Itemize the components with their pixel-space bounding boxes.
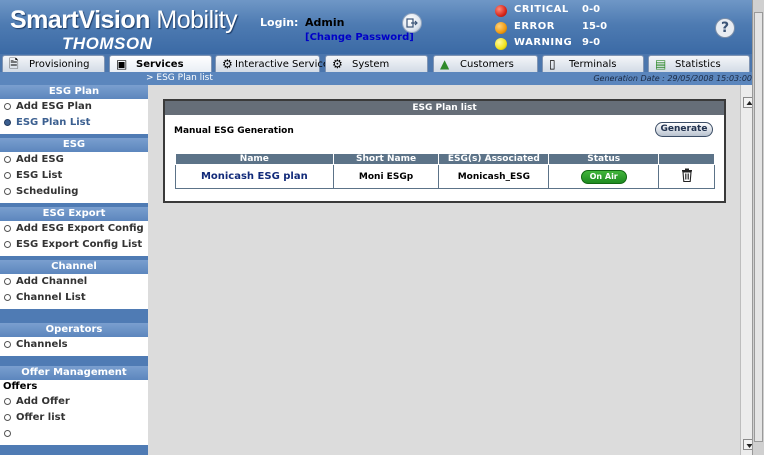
panel-title: ESG Plan list: [165, 101, 724, 115]
alarm-error-label: ERROR: [514, 21, 555, 32]
sidebar-item-offer-list[interactable]: Offer list: [0, 410, 148, 426]
document-icon: 🗎: [9, 57, 19, 71]
column-header-short-name[interactable]: Short Name: [332, 153, 440, 165]
radio-icon: [4, 341, 11, 348]
column-header-name[interactable]: Name: [175, 153, 334, 165]
sidebar-section-offer-management: Offer Management: [0, 366, 148, 380]
smartvision-logo: SmartVision Mobility THOMSON: [10, 6, 238, 53]
generate-button[interactable]: Generate: [655, 122, 713, 137]
radio-selected-icon: [4, 119, 11, 126]
warning-status-icon: [495, 38, 507, 50]
sidebar-subheading-offers: Offers: [3, 381, 38, 392]
sidebar-item-esg-list[interactable]: ESG List: [0, 168, 148, 184]
main-tabs: 🗎 Provisioning ▣ Services ⚙ Interactive …: [0, 54, 764, 72]
sidebar-section-esg-export: ESG Export: [0, 207, 148, 221]
radio-icon: [4, 398, 11, 405]
manual-esg-generation-label: Manual ESG Generation: [174, 126, 294, 136]
plan-short-name: Moni ESGp: [332, 164, 440, 189]
trash-icon[interactable]: [680, 168, 694, 183]
radio-icon: [4, 294, 11, 301]
window-scrollbar-thumb[interactable]: [754, 12, 763, 442]
column-header-actions: [658, 153, 715, 165]
alarm-critical[interactable]: CRITICAL 0-0: [495, 4, 615, 18]
plan-esg-associated: Monicash_ESG: [438, 164, 550, 189]
window-scrollbar[interactable]: [752, 0, 764, 455]
column-header-esg-associated[interactable]: ESG(s) Associated: [438, 153, 550, 165]
radio-icon: [4, 225, 11, 232]
sidebar-section-operators: Operators: [0, 323, 148, 337]
logout-icon[interactable]: [402, 13, 422, 33]
tab-provisioning[interactable]: 🗎 Provisioning: [2, 55, 105, 72]
chart-icon: ▤: [655, 57, 667, 71]
gears-icon: ⚙: [332, 57, 343, 71]
login-label: Login:: [260, 16, 299, 29]
esg-plan-list-panel: ESG Plan list Manual ESG Generation Gene…: [163, 99, 726, 203]
tab-customers[interactable]: ▲ Customers: [433, 55, 538, 72]
sidebar: ESG Plan Add ESG Plan ESG Plan List ESG …: [0, 85, 148, 455]
alarm-error-count: 15-0: [582, 21, 608, 32]
radio-icon: [4, 414, 11, 421]
monitor-icon: ▣: [116, 57, 128, 71]
interactive-icon: ⚙: [222, 57, 233, 71]
sub-bar: > ESG Plan list Generation Date : 29/05/…: [0, 72, 764, 85]
person-icon: ▲: [440, 57, 450, 71]
main-content: ESG Plan list Manual ESG Generation Gene…: [148, 85, 740, 455]
sidebar-section-channel: Channel: [0, 260, 148, 274]
sidebar-section-esg-plan: ESG Plan: [0, 85, 148, 99]
sidebar-item-esg-plan-list[interactable]: ESG Plan List: [0, 115, 148, 131]
help-icon[interactable]: ?: [715, 18, 735, 38]
radio-icon: [4, 188, 11, 195]
radio-icon: [4, 103, 11, 110]
esg-plan-table: Name Short Name ESG(s) Associated Status…: [175, 153, 715, 189]
sidebar-item-add-offer[interactable]: Add Offer: [0, 394, 148, 410]
header: SmartVision Mobility THOMSON Login: Admi…: [0, 0, 764, 54]
actions-cell: [658, 164, 715, 189]
alarm-warning[interactable]: WARNING 9-0: [495, 37, 615, 51]
tab-interactive-services[interactable]: ⚙ Interactive Services: [215, 55, 334, 72]
status-cell: On Air: [548, 164, 660, 189]
sidebar-item-add-esg-plan[interactable]: Add ESG Plan: [0, 99, 148, 115]
tab-terminals[interactable]: ▯ Terminals: [542, 55, 644, 72]
login-username: Admin: [305, 16, 345, 29]
radio-icon: [4, 430, 11, 437]
tab-services[interactable]: ▣ Services: [109, 55, 212, 72]
tab-statistics[interactable]: ▤ Statistics: [648, 55, 750, 72]
logo-mobility: Mobility: [156, 6, 238, 34]
breadcrumb: > ESG Plan list: [146, 73, 213, 83]
generation-date: Generation Date : 29/05/2008 15:03:00: [593, 74, 752, 83]
sidebar-section-esg: ESG: [0, 138, 148, 152]
sidebar-item-add-channel[interactable]: Add Channel: [0, 274, 148, 290]
logo-thomson: THOMSON: [62, 34, 153, 53]
column-header-status[interactable]: Status: [548, 153, 660, 165]
table-header-row: Name Short Name ESG(s) Associated Status: [175, 153, 715, 165]
radio-icon: [4, 172, 11, 179]
sidebar-item-add-esg-export-config[interactable]: Add ESG Export Config: [0, 221, 148, 237]
radio-icon: [4, 241, 11, 248]
tab-system[interactable]: ⚙ System: [325, 55, 428, 72]
sidebar-item-channel-list[interactable]: Channel List: [0, 290, 148, 306]
plan-name-link[interactable]: Monicash ESG plan: [175, 164, 334, 189]
alarm-warning-label: WARNING: [514, 37, 573, 48]
phone-icon: ▯: [549, 57, 556, 71]
radio-icon: [4, 278, 11, 285]
alarm-error[interactable]: ERROR 15-0: [495, 21, 615, 35]
error-status-icon: [495, 22, 507, 34]
critical-status-icon: [495, 5, 507, 17]
change-password-link[interactable]: [Change Password]: [305, 32, 414, 43]
radio-icon: [4, 156, 11, 163]
alarm-critical-label: CRITICAL: [514, 4, 569, 15]
sidebar-item-channels[interactable]: Channels: [0, 337, 148, 353]
alarm-critical-count: 0-0: [582, 4, 601, 15]
logo-smart: SmartVision: [10, 6, 150, 34]
table-row: Monicash ESG plan Moni ESGp Monicash_ESG…: [175, 164, 715, 189]
sidebar-item-scheduling[interactable]: Scheduling: [0, 184, 148, 200]
sidebar-item-more[interactable]: [0, 426, 148, 442]
alarm-warning-count: 9-0: [582, 37, 601, 48]
sidebar-item-esg-export-config-list[interactable]: ESG Export Config List: [0, 237, 148, 253]
status-badge[interactable]: On Air: [580, 169, 627, 184]
sidebar-item-add-esg[interactable]: Add ESG: [0, 152, 148, 168]
